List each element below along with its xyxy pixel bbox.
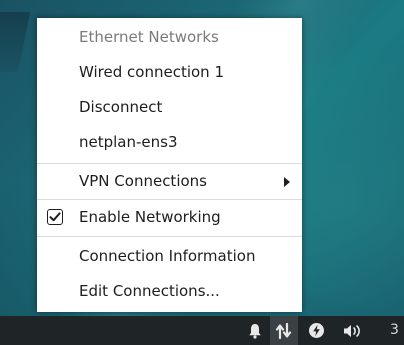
enable-networking-label: Enable Networking — [79, 208, 221, 226]
network-arrows-icon[interactable] — [272, 316, 296, 345]
volume-icon[interactable] — [343, 316, 365, 345]
menu-item-netplan-ens3[interactable]: netplan-ens3 — [37, 125, 302, 160]
clock[interactable]: 3 — [390, 316, 399, 345]
bell-icon[interactable] — [246, 316, 264, 345]
menu-item-connection-information[interactable]: Connection Information — [37, 239, 302, 274]
menu-separator — [37, 236, 302, 237]
taskbar: 3 — [0, 316, 404, 345]
menu-item-wired-connection-1[interactable]: Wired connection 1 — [37, 55, 302, 90]
menu-item-enable-networking[interactable]: Enable Networking — [37, 200, 302, 235]
checkbox-checked-icon[interactable] — [47, 209, 63, 225]
network-menu: Ethernet Networks Wired connection 1 Dis… — [37, 18, 302, 312]
chevron-right-icon — [284, 177, 290, 187]
power-icon[interactable] — [305, 316, 327, 345]
vpn-connections-label: VPN Connections — [79, 172, 207, 190]
menu-item-vpn-connections[interactable]: VPN Connections — [37, 164, 302, 199]
ethernet-networks-header: Ethernet Networks — [79, 28, 219, 46]
menu-item-disconnect[interactable]: Disconnect — [37, 90, 302, 125]
menu-item-edit-connections[interactable]: Edit Connections... — [37, 274, 302, 309]
